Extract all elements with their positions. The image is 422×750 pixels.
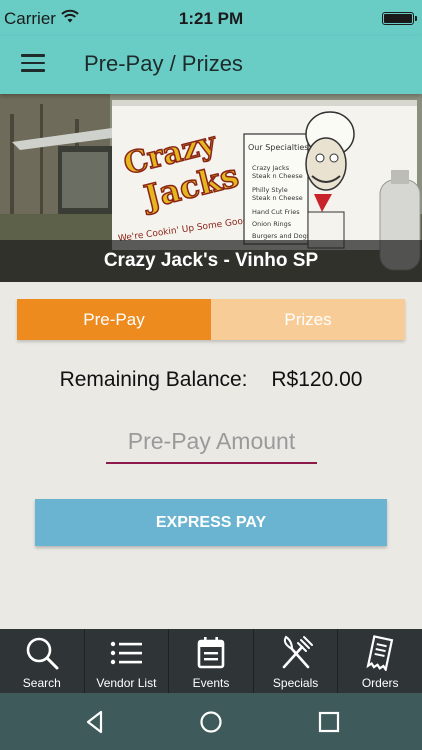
- svg-text:Steak n Cheese: Steak n Cheese: [252, 194, 303, 202]
- vendor-name-caption: Crazy Jack's - Vinho SP: [0, 240, 422, 282]
- battery-icon: [382, 12, 417, 25]
- back-icon[interactable]: [82, 709, 108, 735]
- system-nav-bar: [0, 693, 422, 750]
- express-pay-button[interactable]: EXPRESS PAY: [35, 499, 387, 546]
- nav-item-vendor-list[interactable]: Vendor List: [85, 629, 170, 693]
- svg-text:Our Specialties: Our Specialties: [248, 143, 308, 152]
- clock: 1:21 PM: [178, 9, 244, 28]
- page-title: Pre-Pay / Prizes: [84, 51, 243, 76]
- hamburger-menu-icon[interactable]: [21, 54, 45, 74]
- nav-label-vendor-list: Vendor List: [96, 676, 157, 690]
- tab-bar: Pre-Pay Prizes: [17, 299, 405, 340]
- vendor-hero-image: Crazy Jacks We're Cookin' Up Some Good F…: [0, 94, 422, 282]
- search-icon: [26, 637, 59, 670]
- tab-prizes[interactable]: Prizes: [211, 299, 405, 340]
- nav-item-events[interactable]: Events: [169, 629, 254, 693]
- nav-item-specials[interactable]: Specials: [254, 629, 339, 693]
- svg-text:Steak n Cheese: Steak n Cheese: [252, 172, 303, 180]
- bottom-nav: Search Vendor List Events Specials Order…: [0, 629, 422, 693]
- nav-label-orders: Orders: [361, 676, 399, 690]
- receipt-icon: [366, 635, 394, 671]
- balance-label: Remaining Balance:: [59, 368, 248, 391]
- tab-pre-pay[interactable]: Pre-Pay: [17, 299, 211, 340]
- nav-label-specials: Specials: [272, 676, 319, 690]
- nav-label-search: Search: [22, 676, 61, 690]
- svg-text:Crazy Jacks: Crazy Jacks: [252, 164, 290, 172]
- svg-text:Hand Cut Fries: Hand Cut Fries: [252, 208, 300, 216]
- calendar-icon: [197, 637, 225, 669]
- app-bar: Pre-Pay / Prizes: [0, 36, 422, 94]
- balance-value: R$120.00: [271, 368, 363, 391]
- list-icon: [111, 641, 143, 665]
- recent-apps-icon[interactable]: [316, 709, 342, 735]
- home-icon[interactable]: [198, 709, 224, 735]
- svg-text:Burgers and Dogs: Burgers and Dogs: [252, 232, 311, 240]
- nav-item-orders[interactable]: Orders: [338, 629, 422, 693]
- nav-item-search[interactable]: Search: [0, 629, 85, 693]
- svg-text:Philly Style: Philly Style: [252, 186, 288, 194]
- fork-knife-icon: [282, 635, 313, 669]
- pre-pay-amount-input[interactable]: [106, 420, 317, 464]
- status-bar: Carrier 1:21 PM: [0, 0, 422, 36]
- nav-label-events: Events: [192, 676, 230, 690]
- svg-text:Onion Rings: Onion Rings: [252, 220, 292, 228]
- remaining-balance: Remaining Balance: R$120.00: [0, 368, 422, 392]
